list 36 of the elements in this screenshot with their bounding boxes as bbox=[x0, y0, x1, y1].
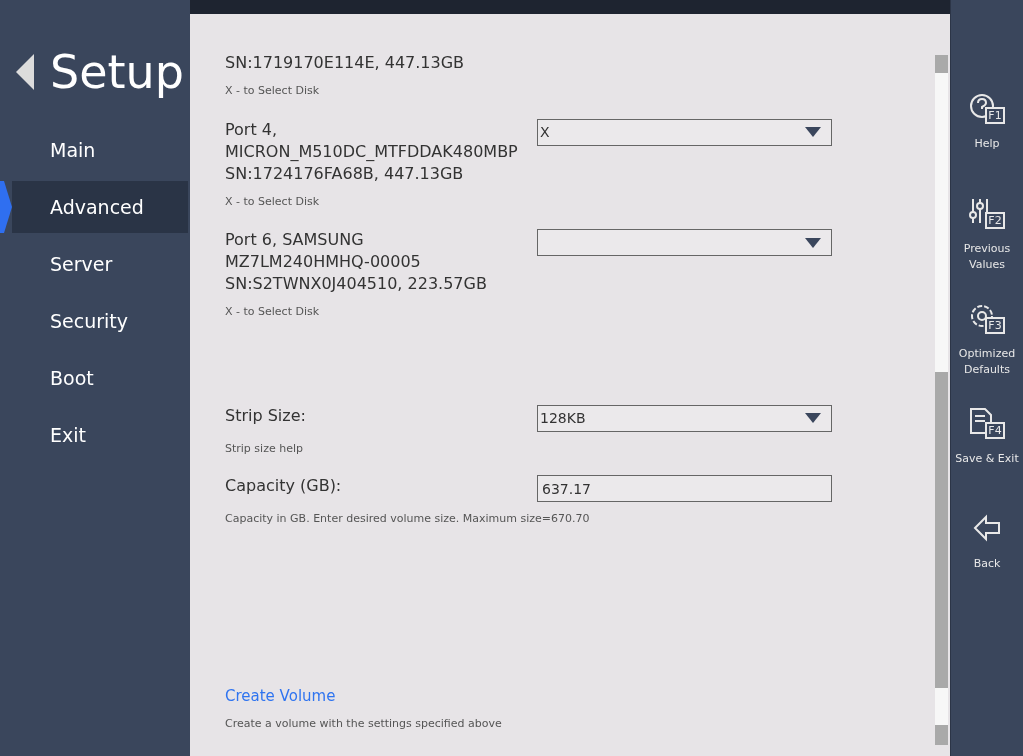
input-field[interactable]: 637.17 bbox=[537, 475, 832, 502]
setting-label: SN:1719170E114E, 447.13GB bbox=[225, 52, 466, 74]
function-key-label: F2 bbox=[985, 212, 1005, 229]
help-text: Capacity in GB. Enter desired volume size. Maximum size=670.70 bbox=[225, 511, 590, 527]
help-text: Strip size help bbox=[225, 440, 303, 457]
back-arrow-icon bbox=[973, 514, 1001, 544]
back-button[interactable]: Back bbox=[952, 512, 1022, 617]
sidebar-item[interactable]: Main bbox=[12, 124, 188, 176]
setting-label: Port 4, MICRON_M510DC_MTFDDAK480MBP SN:1724176FA68B, 447.13GB bbox=[225, 118, 519, 185]
caret-icon bbox=[805, 237, 821, 248]
dropdown[interactable] bbox=[537, 229, 832, 256]
setting-label: Capacity (GB): bbox=[225, 475, 343, 497]
function-key-label: F4 bbox=[985, 422, 1005, 439]
sidebar-item[interactable]: Advanced bbox=[12, 181, 188, 233]
scrollbar[interactable] bbox=[935, 55, 948, 745]
sidebar-item[interactable]: Server bbox=[12, 238, 188, 290]
setting-label: Port 6, SAMSUNG MZ7LM240HMHQ-00005 SN:S2TWNX0J404510, 223.57GB bbox=[225, 229, 488, 295]
function-key-label: F3 bbox=[985, 317, 1005, 334]
help-text: X - to Select Disk bbox=[225, 304, 320, 320]
function-key-label: F1 bbox=[985, 107, 1005, 124]
caret-icon bbox=[805, 127, 821, 137]
back-arrow-icon[interactable] bbox=[16, 54, 36, 90]
dropdown[interactable]: 128KB bbox=[537, 404, 832, 432]
help-text: X - to Select Disk bbox=[225, 83, 320, 99]
function-key-button[interactable]: F1 Help bbox=[952, 92, 1022, 197]
caret-icon bbox=[805, 413, 821, 423]
help-text: X - to Select Disk bbox=[225, 193, 320, 210]
setting-label: Strip Size: bbox=[225, 404, 307, 427]
sidebar-item[interactable]: Exit bbox=[12, 409, 188, 461]
function-key-button[interactable]: F4 Save & Exit bbox=[952, 407, 1022, 512]
function-key-button[interactable]: F3 Optimized Defaults bbox=[952, 302, 1022, 407]
function-key-button[interactable]: F2 Previous Values bbox=[952, 197, 1022, 302]
sidebar-item[interactable]: Security bbox=[12, 295, 188, 347]
sidebar-item[interactable]: Boot bbox=[12, 352, 188, 404]
help-text: Create a volume with the settings specified above bbox=[225, 715, 502, 732]
dropdown[interactable]: X bbox=[537, 118, 832, 146]
